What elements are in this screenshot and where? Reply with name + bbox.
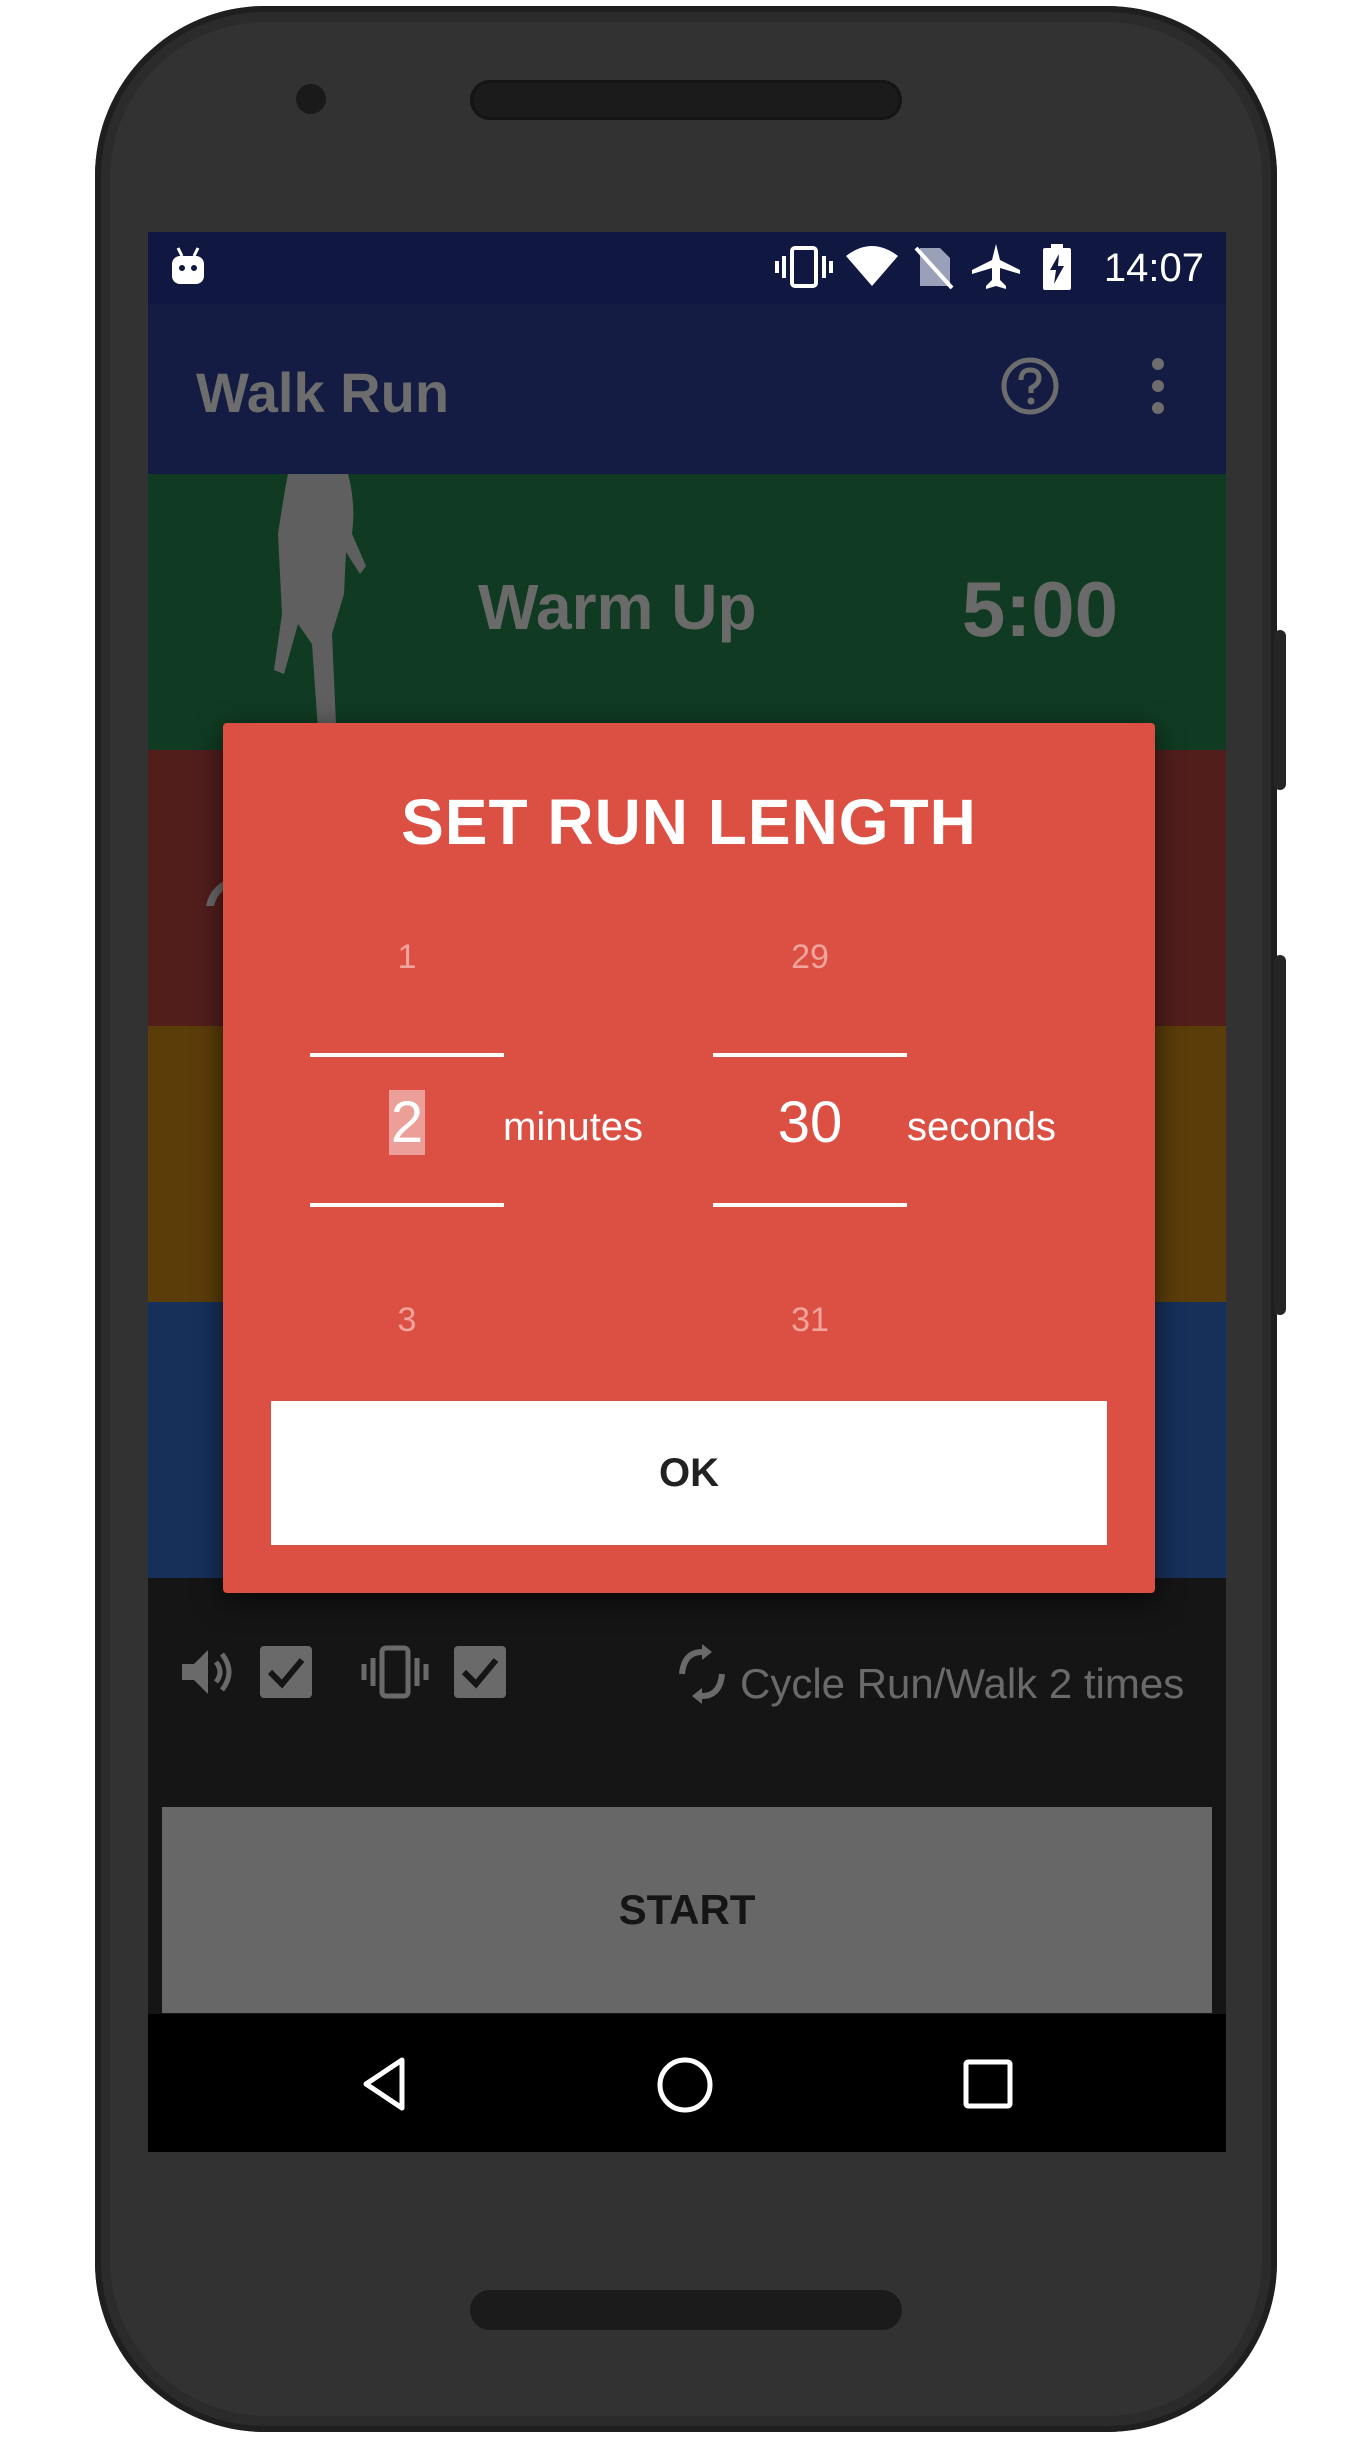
back-icon[interactable] [356, 2054, 412, 2114]
ok-button[interactable]: OK [271, 1401, 1107, 1545]
minutes-picker[interactable]: 1 2 3 [310, 723, 504, 1403]
more-vert-icon[interactable] [1148, 354, 1168, 418]
vibrate-icon [775, 246, 833, 288]
warmup-label: Warm Up [478, 571, 757, 643]
warmup-time: 5:00 [961, 565, 1118, 653]
bottom-speaker [470, 2290, 902, 2330]
run-length-dialog: SET RUN LENGTH 1 2 3 minutes 29 30 31 se… [223, 723, 1155, 1593]
android-debug-icon [172, 247, 204, 284]
app-bar: Walk Run [148, 304, 1226, 474]
minutes-current-value[interactable]: 2 [310, 1089, 504, 1156]
start-button[interactable]: START [162, 1807, 1212, 2013]
seconds-unit-label: seconds [907, 1105, 1056, 1149]
help-icon[interactable] [1000, 356, 1060, 416]
seconds-picker[interactable]: 29 30 31 [713, 723, 907, 1403]
navigation-bar [148, 2014, 1226, 2152]
picker-divider [713, 1053, 907, 1057]
front-camera [296, 84, 326, 114]
minutes-next-value[interactable]: 3 [310, 1301, 504, 1340]
sound-checkbox[interactable] [258, 1644, 314, 1700]
minutes-selected-text[interactable]: 2 [388, 1090, 426, 1155]
no-sim-icon [914, 246, 954, 290]
vibrate-option-icon[interactable] [360, 1642, 430, 1702]
app-title: Walk Run [196, 361, 450, 424]
picker-divider [713, 1203, 907, 1207]
seconds-next-value[interactable]: 31 [713, 1301, 907, 1340]
status-bar: 14:07 [148, 232, 1226, 304]
minutes-unit-label: minutes [503, 1105, 644, 1149]
cycle-icon[interactable] [674, 1642, 730, 1706]
volume-icon[interactable] [176, 1642, 236, 1702]
cycle-label[interactable]: Cycle Run/Walk 2 times [740, 1660, 1184, 1708]
recents-icon[interactable] [960, 2056, 1016, 2112]
volume-rocker [1274, 955, 1286, 1315]
runner-silhouette-icon [274, 474, 366, 730]
seconds-prev-value[interactable]: 29 [713, 938, 907, 977]
status-time: 14:07 [1103, 246, 1204, 290]
battery-charging-icon [1043, 244, 1071, 290]
device-screen: 14:07 Walk Run Warm Up 5:00 Cycle Run/Wa… [148, 232, 1226, 2152]
warmup-segment[interactable]: Warm Up 5:00 [148, 474, 1226, 750]
vibrate-checkbox[interactable] [452, 1644, 508, 1700]
picker-divider [310, 1053, 504, 1057]
power-button [1274, 630, 1286, 790]
airplane-icon [972, 244, 1020, 289]
wifi-icon [846, 246, 898, 286]
home-icon[interactable] [654, 2054, 716, 2116]
picker-divider [310, 1203, 504, 1207]
earpiece-speaker [470, 80, 902, 120]
seconds-current-value[interactable]: 30 [713, 1089, 907, 1156]
minutes-prev-value[interactable]: 1 [310, 938, 504, 977]
